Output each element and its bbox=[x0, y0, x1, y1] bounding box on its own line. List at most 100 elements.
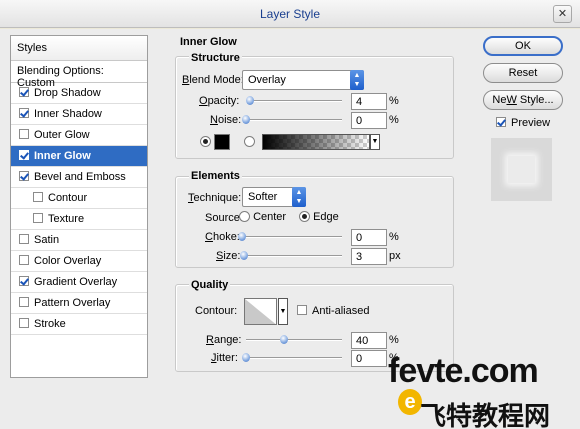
style-item-checkbox[interactable] bbox=[19, 108, 29, 118]
opacity-slider[interactable] bbox=[245, 96, 342, 105]
style-item-label: Drop Shadow bbox=[34, 87, 101, 99]
style-item-label: Bevel and Emboss bbox=[34, 171, 126, 183]
anti-aliased-checkbox bbox=[297, 305, 307, 315]
style-item-label: Texture bbox=[48, 213, 85, 225]
blend-mode-select[interactable]: Overlay ▲ ▼ bbox=[242, 70, 364, 90]
ok-button[interactable]: OK bbox=[483, 36, 563, 56]
size-slider[interactable] bbox=[240, 251, 342, 260]
elements-title: Elements bbox=[189, 170, 242, 182]
source-label: Source: bbox=[205, 212, 243, 224]
style-item-gradient-overlay[interactable]: Gradient Overlay bbox=[11, 272, 147, 293]
contour-preview[interactable] bbox=[244, 298, 277, 325]
source-edge-radio bbox=[299, 211, 310, 222]
preview-option[interactable]: Preview bbox=[496, 117, 550, 129]
style-item-satin[interactable]: Satin bbox=[11, 230, 147, 251]
size-label: Size: bbox=[216, 250, 241, 262]
noise-slider-thumb[interactable] bbox=[242, 115, 250, 124]
style-item-inner-glow[interactable]: Inner Glow bbox=[11, 146, 147, 167]
style-item-label: Gradient Overlay bbox=[34, 276, 118, 288]
gradient-dropdown-arrow-icon[interactable]: ▼ bbox=[370, 134, 380, 150]
opacity-unit: % bbox=[389, 95, 399, 107]
style-preview-thumbnail bbox=[491, 138, 552, 201]
jitter-slider[interactable] bbox=[242, 353, 342, 362]
range-slider-thumb[interactable] bbox=[280, 335, 289, 344]
watermark-text: fevte.com bbox=[388, 352, 539, 390]
opacity-input[interactable]: 4 bbox=[351, 93, 387, 110]
style-item-pattern-overlay[interactable]: Pattern Overlay bbox=[11, 293, 147, 314]
contour-dropdown-arrow-icon[interactable]: ▼ bbox=[278, 298, 288, 325]
style-item-label: Outer Glow bbox=[34, 129, 90, 141]
style-item-label: Contour bbox=[48, 192, 88, 204]
style-item-label: Stroke bbox=[34, 318, 66, 330]
blend-mode-label: Blend Mode: bbox=[182, 74, 244, 86]
size-input[interactable]: 3 bbox=[351, 248, 387, 265]
new-style-button[interactable]: NeW Style... bbox=[483, 90, 563, 110]
styles-header[interactable]: Styles bbox=[11, 36, 147, 61]
source-center-option[interactable]: Center bbox=[239, 211, 286, 223]
title-bar: Layer Style ✕ bbox=[0, 0, 580, 28]
structure-title: Structure bbox=[189, 52, 242, 64]
style-item-checkbox[interactable] bbox=[19, 276, 29, 286]
choke-slider[interactable] bbox=[238, 232, 342, 241]
style-item-label: Satin bbox=[34, 234, 60, 246]
technique-label: Technique: bbox=[188, 192, 242, 204]
noise-unit: % bbox=[389, 114, 399, 126]
reset-button[interactable]: Reset bbox=[483, 63, 563, 83]
glow-gradient-picker[interactable] bbox=[262, 134, 370, 150]
style-item-inner-shadow[interactable]: Inner Shadow bbox=[11, 104, 147, 125]
blending-options-item[interactable]: Blending Options: Custom bbox=[11, 61, 147, 89]
style-item-checkbox[interactable] bbox=[19, 171, 29, 181]
style-item-contour[interactable]: Contour bbox=[11, 188, 147, 209]
updown-arrow-icon: ▲ ▼ bbox=[350, 70, 364, 90]
source-edge-option[interactable]: Edge bbox=[299, 211, 339, 223]
gradient-radio-indicator bbox=[244, 136, 255, 147]
preview-label: Preview bbox=[511, 117, 551, 129]
style-item-outer-glow[interactable]: Outer Glow bbox=[11, 125, 147, 146]
style-item-label: Pattern Overlay bbox=[34, 297, 111, 309]
updown-arrow-icon: ▲ ▼ bbox=[292, 187, 306, 207]
blend-mode-value: Overlay bbox=[248, 74, 286, 86]
range-input[interactable]: 40 bbox=[351, 332, 387, 349]
style-item-checkbox[interactable] bbox=[33, 192, 43, 202]
noise-slider[interactable] bbox=[242, 115, 342, 124]
size-slider-thumb[interactable] bbox=[240, 251, 248, 260]
source-center-radio bbox=[239, 211, 250, 222]
style-item-checkbox[interactable] bbox=[19, 234, 29, 244]
style-item-bevel-and-emboss[interactable]: Bevel and Emboss bbox=[11, 167, 147, 188]
choke-slider-thumb[interactable] bbox=[238, 232, 246, 241]
style-item-checkbox[interactable] bbox=[33, 213, 43, 223]
range-slider[interactable] bbox=[246, 335, 342, 344]
choke-input[interactable]: 0 bbox=[351, 229, 387, 246]
style-item-label: Inner Shadow bbox=[34, 108, 102, 120]
close-button[interactable]: ✕ bbox=[553, 5, 572, 23]
style-item-checkbox[interactable] bbox=[19, 297, 29, 307]
opacity-slider-thumb[interactable] bbox=[245, 96, 254, 105]
style-item-checkbox[interactable] bbox=[19, 150, 29, 160]
style-item-stroke[interactable]: Stroke bbox=[11, 314, 147, 335]
jitter-slider-thumb[interactable] bbox=[242, 353, 250, 362]
anti-aliased-option[interactable]: Anti-aliased bbox=[297, 305, 369, 317]
style-item-drop-shadow[interactable]: Drop Shadow bbox=[11, 83, 147, 104]
technique-select[interactable]: Softer ▲ ▼ bbox=[242, 187, 306, 207]
window-title: Layer Style bbox=[259, 7, 321, 21]
style-item-checkbox[interactable] bbox=[19, 255, 29, 265]
style-item-checkbox[interactable] bbox=[19, 87, 29, 97]
gradient-radio[interactable] bbox=[244, 136, 255, 148]
style-item-checkbox[interactable] bbox=[19, 129, 29, 139]
size-unit: px bbox=[389, 250, 401, 262]
color-radio[interactable] bbox=[200, 136, 211, 148]
choke-label: Choke: bbox=[205, 231, 240, 243]
style-item-checkbox[interactable] bbox=[19, 318, 29, 328]
style-item-color-overlay[interactable]: Color Overlay bbox=[11, 251, 147, 272]
range-label: Range: bbox=[206, 334, 242, 346]
watermark-e-logo: e bbox=[398, 389, 422, 415]
range-unit: % bbox=[389, 334, 399, 346]
noise-input[interactable]: 0 bbox=[351, 112, 387, 129]
jitter-label: Jitter: bbox=[211, 352, 238, 364]
style-item-texture[interactable]: Texture bbox=[11, 209, 147, 230]
technique-value: Softer bbox=[248, 191, 278, 203]
glow-color-swatch[interactable] bbox=[214, 134, 230, 150]
anti-aliased-label: Anti-aliased bbox=[312, 305, 370, 317]
inner-glow-title: Inner Glow bbox=[180, 36, 237, 48]
jitter-input[interactable]: 0 bbox=[351, 350, 387, 367]
